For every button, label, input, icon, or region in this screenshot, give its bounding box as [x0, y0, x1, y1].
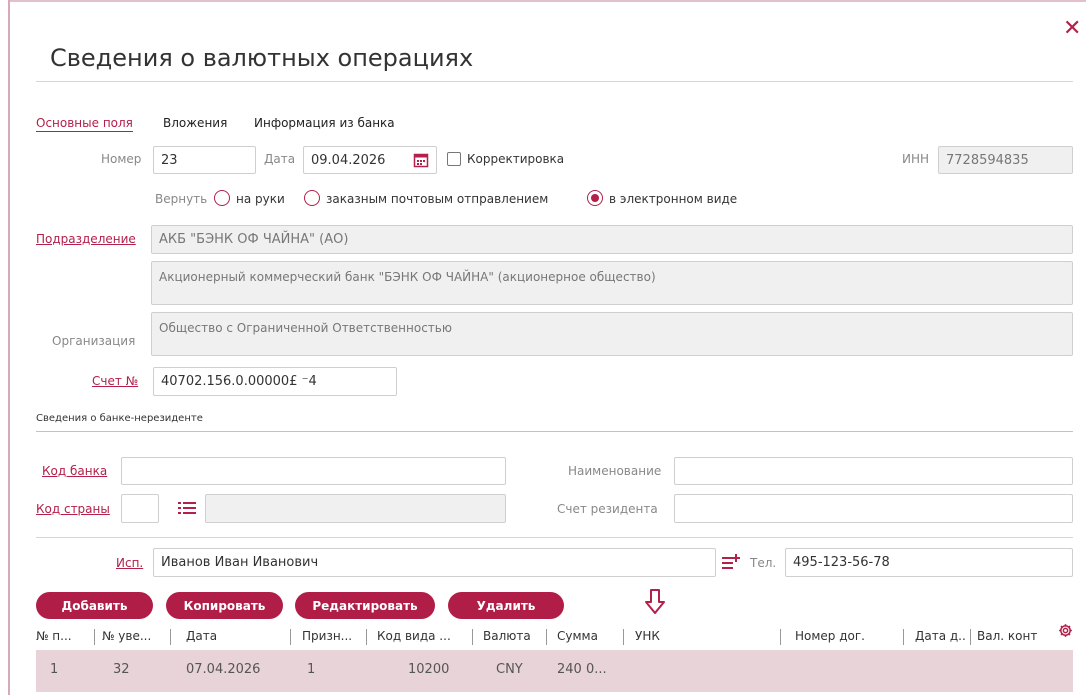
date-label: Дата	[264, 152, 296, 166]
return-registered-mail-label: заказным почтовым отправлением	[326, 192, 549, 206]
return-electronic-radio[interactable]	[587, 190, 603, 206]
column-header-contract-number[interactable]: Номер дог.	[795, 626, 895, 648]
column-header-amount[interactable]: Сумма	[557, 626, 617, 648]
section-divider	[36, 431, 1073, 432]
nonresident-section-title: Сведения о банке-нерезиденте	[36, 413, 203, 424]
tab-attachments[interactable]: Вложения	[163, 116, 227, 130]
bank-code-link[interactable]: Код банка	[42, 464, 107, 478]
division-link[interactable]: Подразделение	[36, 232, 136, 246]
number-label: Номер	[101, 152, 142, 166]
return-label: Вернуть	[155, 192, 208, 206]
column-header-sign[interactable]: Призн...	[302, 626, 360, 648]
tab-bank-info[interactable]: Информация из банка	[254, 116, 395, 130]
account-link[interactable]: Счет №	[92, 374, 138, 388]
column-header-date[interactable]: Дата	[186, 626, 281, 648]
column-separator[interactable]	[366, 629, 367, 645]
arrow-down-icon	[645, 589, 665, 614]
title-divider	[36, 81, 1073, 82]
resident-account-label: Счет резидента	[557, 502, 658, 516]
organization-label: Организация	[52, 334, 136, 348]
division-field[interactable]: АКБ "БЭНК ОФ ЧАЙНА" (АО)	[151, 225, 1073, 254]
settings-gear-icon[interactable]	[1058, 623, 1073, 638]
inn-label: ИНН	[902, 152, 930, 166]
country-code-field[interactable]	[121, 494, 159, 523]
table-cell-sign: 1	[307, 662, 316, 677]
table-cell-operation-code: 10200	[408, 662, 450, 677]
return-registered-mail-radio[interactable]	[304, 190, 320, 206]
column-separator[interactable]	[970, 629, 971, 645]
add-button[interactable]: Добавить	[36, 592, 153, 619]
country-name-field[interactable]	[205, 494, 506, 523]
executor-field[interactable]: Иванов Иван Иванович	[153, 548, 716, 577]
organization-field[interactable]: Общество с Ограниченной Ответственностью	[151, 312, 1073, 356]
column-header-currency[interactable]: Валюта	[483, 626, 541, 648]
column-separator[interactable]	[546, 629, 547, 645]
column-header-contract-currency[interactable]: Вал. конт	[977, 626, 1057, 648]
division-full-name-field[interactable]: Акционерный коммерческий банк "БЭНК ОФ Ч…	[151, 261, 1073, 305]
calendar-icon[interactable]	[413, 152, 429, 168]
column-separator[interactable]	[780, 629, 781, 645]
executor-divider	[36, 537, 1073, 538]
dialog-border-left	[8, 0, 10, 695]
country-code-link[interactable]: Код страны	[36, 502, 110, 516]
copy-button[interactable]: Копировать	[166, 592, 283, 619]
bank-name-label: Наименование	[568, 464, 662, 478]
return-by-hand-label: на руки	[236, 192, 285, 206]
column-separator[interactable]	[903, 629, 904, 645]
dialog-border-top	[10, 0, 1086, 2]
column-separator[interactable]	[94, 629, 95, 645]
column-header-notice-number[interactable]: № уве...	[102, 626, 166, 648]
column-header-operation-code[interactable]: Код вида ...	[377, 626, 467, 648]
inn-field[interactable]: 7728594835	[938, 146, 1073, 174]
bank-code-field[interactable]	[121, 457, 506, 485]
table-cell-currency: CNY	[496, 662, 523, 677]
return-electronic-label: в электронном виде	[609, 192, 738, 206]
close-icon[interactable]: ✕	[1063, 18, 1081, 40]
date-value: 09.04.2026	[311, 152, 386, 168]
table-cell-number: 1	[50, 662, 59, 677]
column-separator[interactable]	[290, 629, 291, 645]
edit-button[interactable]: Редактировать	[295, 592, 435, 619]
executor-link[interactable]: Исп.	[116, 556, 143, 570]
table-cell-notice-number: 32	[113, 662, 130, 677]
list-add-icon[interactable]	[722, 554, 740, 570]
phone-field[interactable]: 495-123-56-78	[785, 548, 1073, 577]
account-field[interactable]: 40702.156.0.00000£ ⁻4	[153, 367, 397, 396]
column-separator[interactable]	[623, 629, 624, 645]
resident-account-field[interactable]	[674, 494, 1073, 523]
column-separator[interactable]	[472, 629, 473, 645]
column-header-contract-date[interactable]: Дата д...	[915, 626, 967, 648]
number-field[interactable]: 23	[153, 146, 256, 174]
bank-name-field[interactable]	[674, 457, 1073, 485]
correction-label: Корректировка	[467, 152, 565, 166]
table-cell-date: 07.04.2026	[186, 662, 261, 677]
delete-button[interactable]: Удалить	[448, 592, 564, 619]
phone-label: Тел.	[750, 556, 777, 570]
return-by-hand-radio[interactable]	[214, 190, 230, 206]
correction-checkbox[interactable]	[447, 152, 461, 166]
tab-main-fields[interactable]: Основные поля	[36, 116, 133, 132]
column-header-number[interactable]: № п...	[36, 626, 92, 648]
table-cell-amount: 240 0...	[557, 662, 607, 677]
list-icon[interactable]	[178, 500, 196, 516]
dialog-title: Сведения о валютных операциях	[50, 44, 474, 72]
column-header-unk[interactable]: УНК	[635, 626, 775, 648]
column-separator[interactable]	[170, 629, 171, 645]
